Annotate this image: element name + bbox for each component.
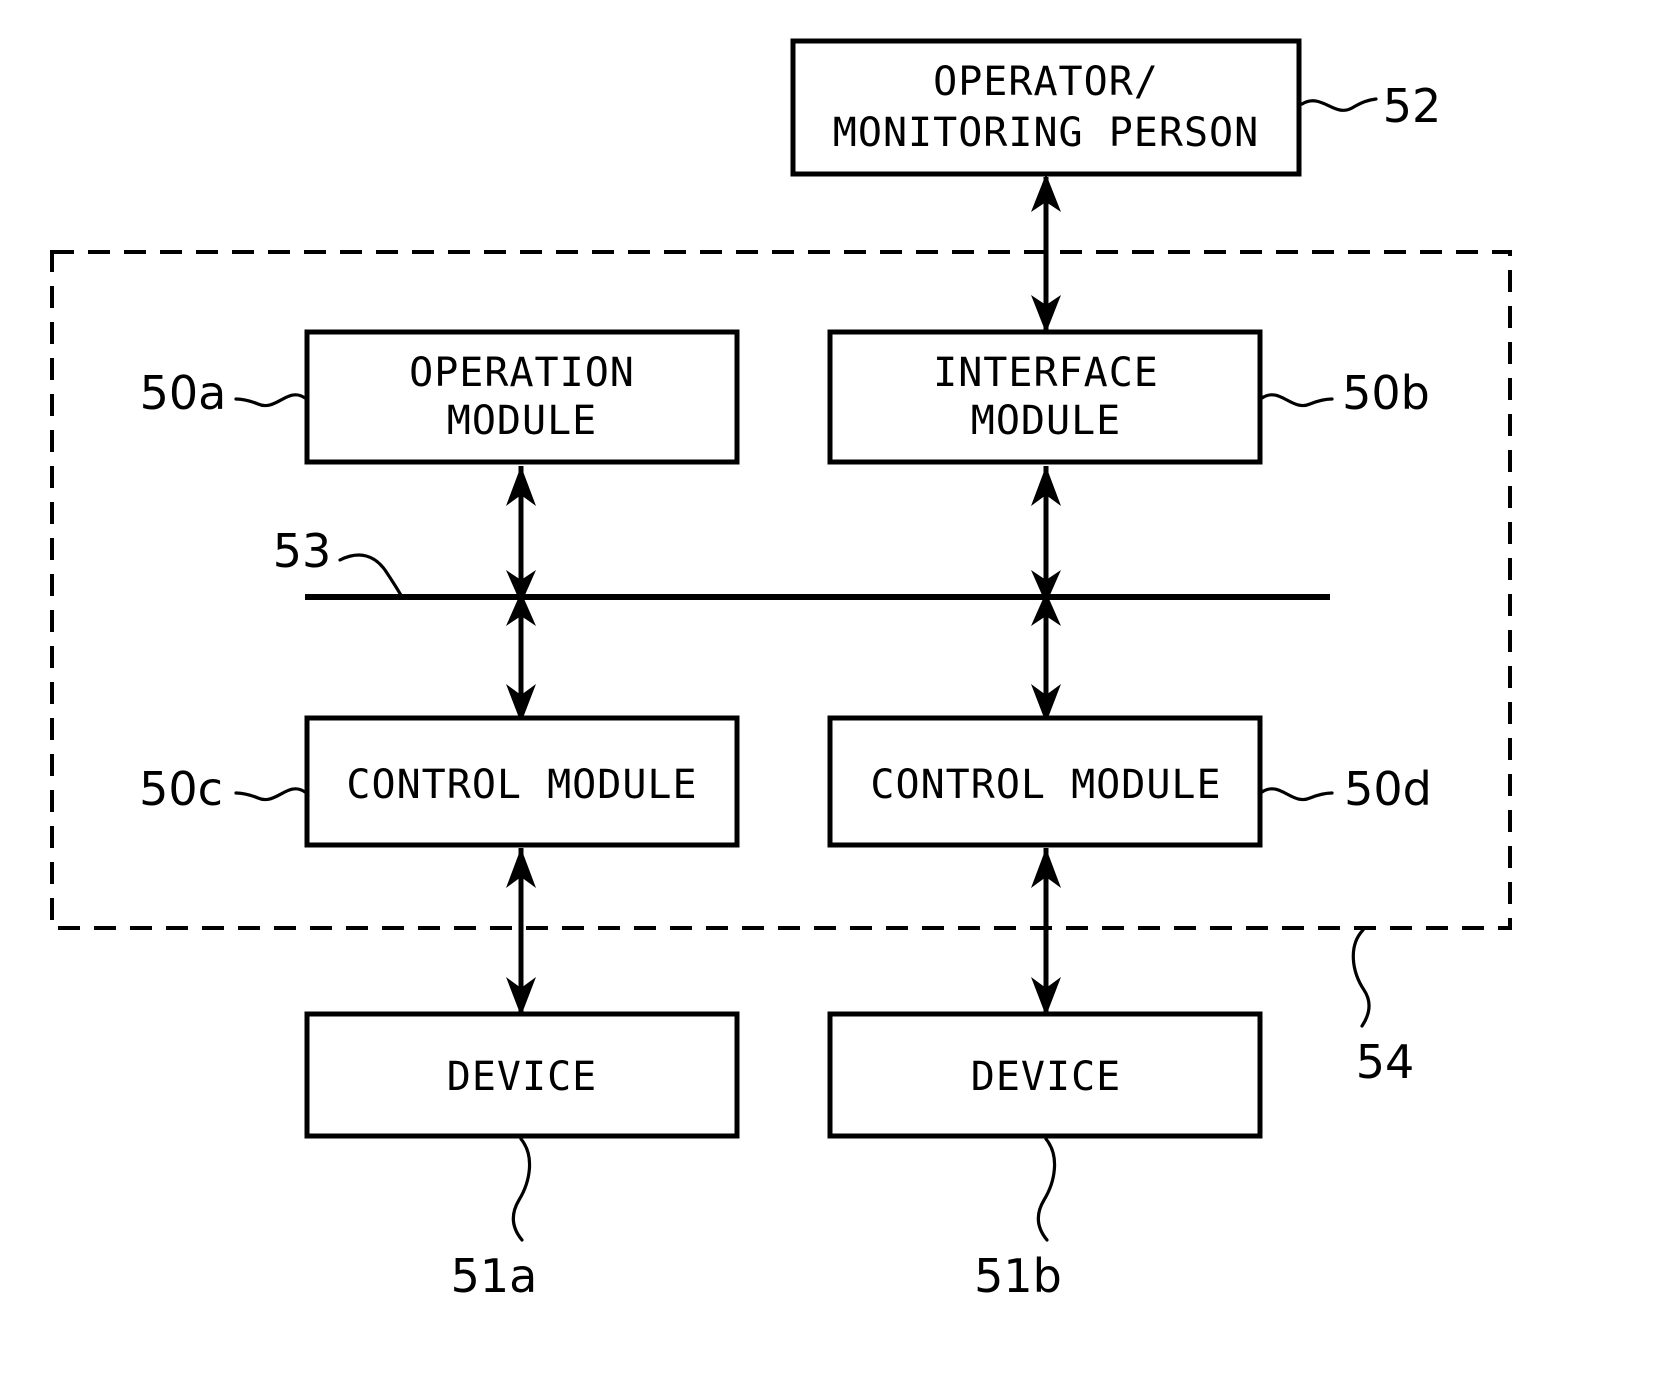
ref-label-53: 53 bbox=[273, 524, 332, 578]
ref-label-51b: 51b bbox=[974, 1249, 1062, 1303]
ref-label-50c: 50c bbox=[139, 762, 223, 816]
control-module-left-label: CONTROL MODULE bbox=[346, 762, 697, 808]
ref-label-52: 52 bbox=[1383, 79, 1442, 133]
ref-53-leader-line bbox=[338, 553, 404, 599]
ref-52-leader-line bbox=[1300, 97, 1378, 112]
operation-module-label-line2: MODULE bbox=[447, 398, 598, 444]
ref-label-50b: 50b bbox=[1342, 366, 1430, 420]
patent-figure: OPERATOR/ MONITORING PERSON 52 OPERATION… bbox=[0, 0, 1654, 1380]
ref-label-50d: 50d bbox=[1344, 762, 1432, 816]
ref-51b-leader-line bbox=[1036, 1137, 1057, 1242]
ref-50c-leader-line bbox=[234, 787, 307, 802]
interface-module-label-line1: INTERFACE bbox=[933, 350, 1159, 396]
device-right-label: DEVICE bbox=[971, 1054, 1122, 1100]
ref-51a-leader-line bbox=[511, 1137, 532, 1242]
ref-54-leader-line bbox=[1351, 928, 1371, 1028]
ref-50b-leader-line bbox=[1260, 393, 1334, 408]
operator-box-label-line1: OPERATOR/ bbox=[933, 59, 1159, 105]
diagram-canvas: OPERATOR/ MONITORING PERSON 52 OPERATION… bbox=[50, 38, 1512, 1303]
operation-module-label-line1: OPERATION bbox=[409, 350, 635, 396]
operator-box-label-line2: MONITORING PERSON bbox=[833, 110, 1259, 156]
interface-module-label-line2: MODULE bbox=[971, 398, 1122, 444]
ref-50a-leader-line bbox=[234, 393, 307, 408]
ref-label-54: 54 bbox=[1356, 1035, 1415, 1089]
ref-label-50a: 50a bbox=[140, 366, 227, 420]
device-left-label: DEVICE bbox=[447, 1054, 598, 1100]
ref-50d-leader-line bbox=[1260, 787, 1334, 802]
control-module-right-label: CONTROL MODULE bbox=[870, 762, 1221, 808]
system-enclosure-dashed-border bbox=[50, 250, 1512, 930]
ref-label-51a: 51a bbox=[451, 1249, 538, 1303]
